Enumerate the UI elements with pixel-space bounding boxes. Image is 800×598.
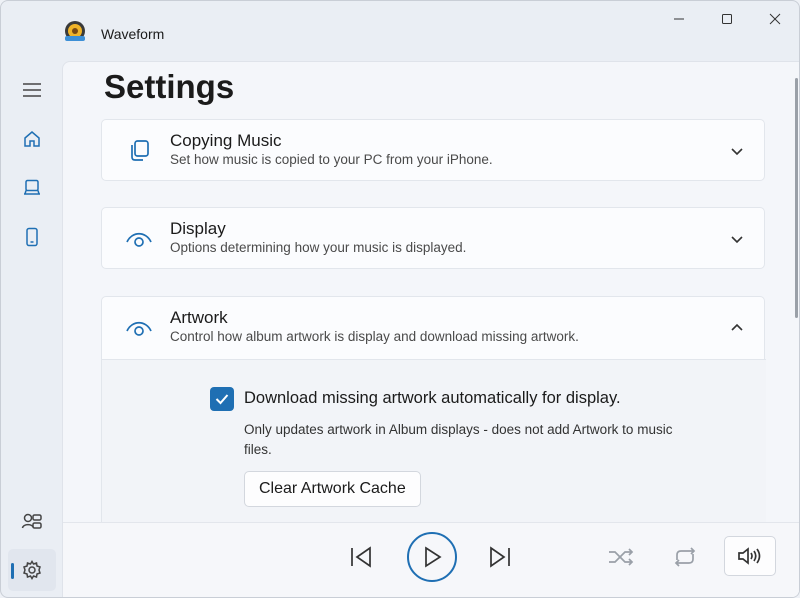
artwork-section[interactable]: Artwork Control how album artwork is dis…	[101, 296, 766, 536]
chevron-up-icon[interactable]	[730, 321, 744, 335]
close-icon	[769, 13, 781, 25]
checkmark-icon	[215, 394, 229, 405]
minimize-button[interactable]	[657, 5, 701, 33]
scrollbar[interactable]	[795, 78, 798, 318]
player-bar	[63, 522, 799, 597]
copying-music-section[interactable]: Copying Music Set how music is copied to…	[101, 119, 765, 181]
maximize-icon	[722, 14, 732, 24]
section-description: Control how album artwork is display and…	[170, 329, 579, 344]
chevron-down-icon[interactable]	[730, 232, 744, 246]
repeat-button[interactable]	[670, 542, 700, 572]
download-artwork-checkbox[interactable]	[210, 387, 234, 411]
artwork-options: Download missing artwork automatically f…	[102, 359, 766, 529]
volume-icon	[738, 547, 761, 565]
clear-artwork-cache-button[interactable]: Clear Artwork Cache	[244, 471, 421, 507]
previous-track-button[interactable]	[346, 542, 376, 572]
display-section[interactable]: Display Options determining how your mus…	[101, 207, 765, 269]
app-window: Waveform Settings Copying Music Set how …	[0, 0, 800, 598]
section-description: Options determining how your music is di…	[170, 240, 467, 255]
play-icon	[425, 546, 442, 568]
copy-icon	[124, 139, 154, 163]
nav-phone-button[interactable]	[15, 220, 49, 254]
download-artwork-label[interactable]: Download missing artwork automatically f…	[244, 389, 621, 408]
chevron-down-icon[interactable]	[730, 144, 744, 158]
section-title: Display	[170, 219, 226, 238]
volume-button[interactable]	[724, 536, 776, 576]
computer-icon	[24, 179, 40, 195]
title-bar: Waveform	[1, 1, 799, 61]
section-header[interactable]: Artwork Control how album artwork is dis…	[102, 297, 764, 359]
waveform-app-icon	[63, 20, 87, 44]
section-title: Copying Music	[170, 131, 282, 150]
section-description: Set how music is copied to your PC from …	[170, 152, 493, 167]
hamburger-menu-button[interactable]	[15, 73, 49, 107]
nav-accounts-button[interactable]	[15, 505, 49, 539]
close-button[interactable]	[753, 5, 797, 33]
repeat-icon	[674, 547, 696, 567]
section-title: Artwork	[170, 308, 228, 327]
settings-page: Settings Copying Music Set how music is …	[62, 61, 799, 597]
gear-icon	[23, 560, 41, 580]
play-button[interactable]	[407, 532, 457, 582]
selection-indicator	[11, 563, 14, 579]
shuffle-icon	[609, 548, 634, 566]
next-track-button[interactable]	[485, 542, 515, 572]
nav-settings-button[interactable]	[8, 549, 56, 591]
people-icon	[21, 513, 42, 529]
shuffle-button[interactable]	[606, 542, 636, 572]
eye-icon	[124, 227, 154, 251]
maximize-button[interactable]	[705, 5, 749, 33]
nav-home-button[interactable]	[15, 122, 49, 156]
skip-next-icon	[490, 546, 510, 568]
minimize-icon	[674, 18, 684, 20]
skip-previous-icon	[351, 546, 371, 568]
section-header[interactable]: Display Options determining how your mus…	[102, 208, 764, 270]
phone-icon	[26, 227, 38, 247]
download-artwork-note: Only updates artwork in Album displays -…	[244, 422, 673, 457]
hamburger-icon	[23, 83, 41, 97]
eye-icon	[124, 316, 154, 340]
page-title: Settings	[104, 68, 235, 105]
home-icon	[24, 131, 40, 147]
section-header[interactable]: Copying Music Set how music is copied to…	[102, 120, 764, 182]
nav-pc-button[interactable]	[15, 171, 49, 205]
app-title: Waveform	[101, 26, 165, 42]
